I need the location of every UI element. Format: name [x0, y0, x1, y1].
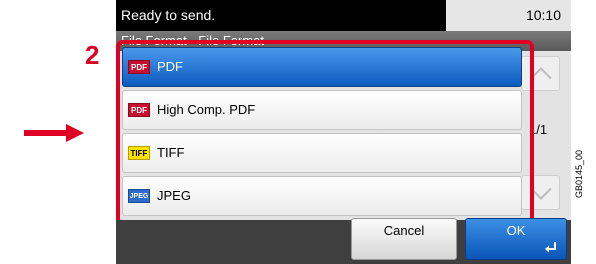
ok-button-label: OK [506, 223, 526, 238]
status-message: Ready to send. [121, 7, 216, 23]
step-number: 2 [85, 40, 100, 70]
status-message-area: Ready to send. [116, 0, 446, 31]
figure-code: GB0145_00 [574, 149, 584, 198]
touch-panel-screen: Ready to send. 10:10 File Format - File … [116, 0, 571, 264]
status-bar: Ready to send. 10:10 [116, 0, 571, 31]
enter-icon [545, 242, 556, 253]
cancel-button-label: Cancel [383, 223, 425, 238]
ok-button[interactable]: OK [465, 218, 567, 260]
pointer-arrow-icon [24, 124, 84, 142]
clock: 10:10 [525, 7, 561, 23]
highlight-frame [116, 40, 534, 226]
cancel-button[interactable]: Cancel [351, 218, 457, 260]
